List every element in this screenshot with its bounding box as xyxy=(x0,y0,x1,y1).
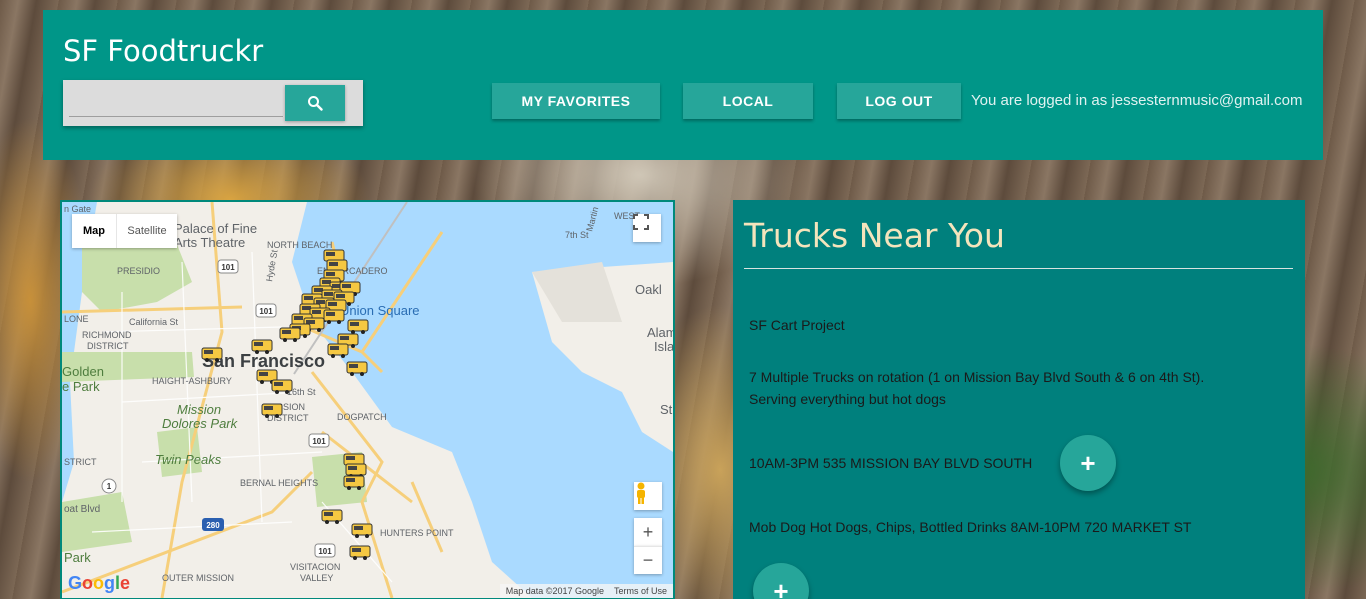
map-type-control: Map Satellite xyxy=(72,214,177,248)
map-label-alameda-1: Alam xyxy=(647,325,673,340)
map-label-richmond-1: RICHMOND xyxy=(82,330,132,340)
map-footer: Map data ©2017 Google Terms of Use xyxy=(499,584,673,598)
map-label-visitacion-1: VISITACION xyxy=(290,562,340,572)
map-label-richmond-2: DISTRICT xyxy=(87,341,129,351)
highway-shield-101-b: 101 xyxy=(259,307,273,316)
map-label-outer-mission: OUTER MISSION xyxy=(162,573,234,583)
search-icon xyxy=(308,96,323,111)
google-logo: Google xyxy=(68,573,131,593)
logged-in-status: You are logged in as jessesternmusic@gma… xyxy=(971,92,1303,109)
map-label-presidio: PRESIDIO xyxy=(117,266,160,276)
map-label-palace: Palace of Fine xyxy=(174,221,257,236)
map-label-golden-2: e Park xyxy=(62,379,100,394)
map-label-haight: HAIGHT-ASHBURY xyxy=(152,376,232,386)
title-divider xyxy=(744,268,1293,269)
map-canvas[interactable]: Palace of Fine Arts Theatre NORTH BEACH … xyxy=(62,202,673,598)
search-box xyxy=(63,80,363,126)
map-label-golden-1: Golden xyxy=(62,364,104,379)
plus-icon: + xyxy=(1080,447,1096,478)
truck-description-2: Serving everything but hot dogs xyxy=(749,391,946,407)
pegman-icon xyxy=(637,482,645,504)
truck-hours-address: 10AM-3PM 535 MISSION BAY BLVD SOUTH xyxy=(749,455,1033,471)
highway-shield-101-c: 101 xyxy=(312,437,326,446)
highway-shield-101-d: 101 xyxy=(318,547,332,556)
search-button[interactable] xyxy=(285,85,345,121)
map-label-visitacion-2: VALLEY xyxy=(300,573,333,583)
local-button[interactable]: LOCAL xyxy=(683,83,813,119)
fullscreen-button[interactable] xyxy=(633,214,661,242)
map-label-lone: LONE xyxy=(64,314,89,324)
truck-summary: Mob Dog Hot Dogs, Chips, Bottled Drinks … xyxy=(749,519,1192,535)
app-title: SF Foodtruckr xyxy=(63,34,264,68)
map[interactable]: Palace of Fine Arts Theatre NORTH BEACH … xyxy=(60,200,675,599)
zoom-out-button[interactable]: − xyxy=(634,546,662,574)
map-label-st: St xyxy=(660,402,673,417)
map-label-hunters: HUNTERS POINT xyxy=(380,528,454,538)
map-label-twin-peaks: Twin Peaks xyxy=(155,452,222,467)
add-favorite-button[interactable]: + xyxy=(1060,435,1116,491)
map-data-credit: Map data ©2017 Google xyxy=(505,586,604,596)
map-label-arts: Arts Theatre xyxy=(174,235,245,250)
search-input[interactable] xyxy=(69,87,283,117)
zoom-in-button[interactable]: + xyxy=(634,518,662,546)
plus-icon: + xyxy=(642,521,654,542)
map-label-mission-dolores-1: Mission xyxy=(177,402,221,417)
map-label-boat: oat Blvd xyxy=(64,504,100,515)
app-header: SF Foodtruckr MY FAVORITES LOCAL LOG OUT… xyxy=(43,10,1323,160)
map-label-california: California St xyxy=(129,317,179,327)
terms-link[interactable]: Terms of Use xyxy=(614,586,667,596)
map-label-park: Park xyxy=(64,550,91,565)
map-label-alameda-2: Isla xyxy=(654,339,673,354)
map-type-satellite-button[interactable]: Satellite xyxy=(117,214,177,248)
add-favorite-button[interactable]: + xyxy=(753,563,809,599)
map-label-bernal: BERNAL HEIGHTS xyxy=(240,478,318,488)
map-label-oakland: Oakl xyxy=(635,282,662,297)
map-label-n-gate: n Gate xyxy=(64,204,91,214)
trucks-panel-title: Trucks Near You xyxy=(744,216,1005,255)
map-label-mission-dolores-2: Dolores Park xyxy=(162,416,239,431)
highway-shield-280: 280 xyxy=(206,521,220,530)
log-out-button[interactable]: LOG OUT xyxy=(837,83,961,119)
street-view-pegman[interactable] xyxy=(634,482,662,510)
map-label-north-beach: NORTH BEACH xyxy=(267,240,332,250)
truck-name: SF Cart Project xyxy=(749,317,845,333)
my-favorites-button[interactable]: MY FAVORITES xyxy=(492,83,660,119)
map-label-strict: STRICT xyxy=(64,457,97,467)
map-label-7th: 7th St xyxy=(565,230,589,240)
minus-icon: − xyxy=(642,550,654,570)
highway-shield-101-a: 101 xyxy=(221,263,235,272)
trucks-near-you-panel: Trucks Near You SF Cart Project 7 Multip… xyxy=(733,200,1305,599)
map-label-dogpatch: DOGPATCH xyxy=(337,412,387,422)
highway-shield-1: 1 xyxy=(107,482,112,491)
map-label-union-square: Union Square xyxy=(340,303,420,318)
truck-description: 7 Multiple Trucks on rotation (1 on Miss… xyxy=(749,369,1205,385)
fullscreen-icon xyxy=(633,214,649,230)
map-type-map-button[interactable]: Map xyxy=(72,214,117,248)
plus-icon: + xyxy=(773,575,789,599)
